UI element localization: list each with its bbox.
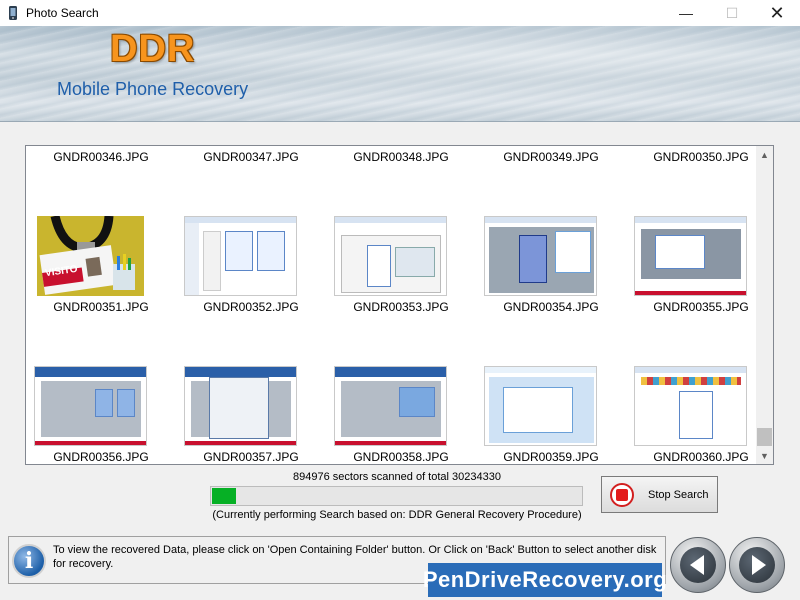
header-banner: DDR Mobile Phone Recovery (0, 26, 800, 122)
maximize-button[interactable]: ☐ (709, 0, 755, 26)
file-name-label[interactable]: GNDR00350.JPG (626, 150, 773, 164)
product-name: Mobile Phone Recovery (57, 79, 249, 99)
file-name-label[interactable]: GNDR00355.JPG (626, 300, 773, 314)
stop-icon (610, 482, 634, 507)
photo-thumbnail[interactable] (334, 216, 447, 296)
file-name-label[interactable]: GNDR00351.JPG (26, 300, 176, 314)
title-bar: Photo Search — ☐ ✕ (0, 0, 800, 26)
file-name-label[interactable]: GNDR00356.JPG (26, 450, 176, 464)
file-name-label[interactable]: GNDR00360.JPG (626, 450, 773, 464)
stop-search-button[interactable]: Stop Search (601, 476, 718, 513)
info-icon: i (12, 544, 46, 578)
file-name-label[interactable]: GNDR00352.JPG (176, 300, 326, 314)
photo-thumbnail[interactable] (484, 366, 597, 446)
brand-logo: DDR (110, 28, 196, 70)
photo-thumbnail[interactable] (334, 366, 447, 446)
next-button[interactable] (729, 537, 785, 593)
scroll-up-icon[interactable]: ▲ (756, 146, 773, 163)
file-name-label[interactable]: GNDR00348.JPG (326, 150, 476, 164)
photo-thumbnail[interactable] (184, 366, 297, 446)
stop-search-label: Stop Search (648, 488, 709, 501)
scrollbar-thumb[interactable] (757, 428, 772, 446)
sectors-scanned-text: 894976 sectors scanned of total 30234330 (293, 471, 501, 483)
scroll-down-icon[interactable]: ▼ (756, 447, 773, 464)
photo-thumbnail[interactable] (484, 216, 597, 296)
file-name-label[interactable]: GNDR00353.JPG (326, 300, 476, 314)
arrow-right-icon (751, 555, 766, 575)
window-title: Photo Search (26, 6, 99, 20)
file-name-label[interactable]: GNDR00349.JPG (476, 150, 626, 164)
file-name-label[interactable]: GNDR00358.JPG (326, 450, 476, 464)
photo-gallery[interactable]: GNDR00346.JPG GNDR00347.JPG GNDR00348.JP… (25, 145, 774, 465)
file-name-label[interactable]: GNDR00359.JPG (476, 450, 626, 464)
arrow-left-icon (689, 555, 704, 575)
file-name-label[interactable]: GNDR00354.JPG (476, 300, 626, 314)
minimize-button[interactable]: — (663, 0, 709, 26)
photo-search-window: Photo Search — ☐ ✕ DDR Mobile Phone Reco… (0, 0, 800, 600)
back-button[interactable] (670, 537, 726, 593)
app-icon (6, 5, 20, 21)
close-button[interactable]: ✕ (754, 0, 800, 26)
photo-thumbnail[interactable] (184, 216, 297, 296)
photo-thumbnail[interactable] (34, 366, 147, 446)
file-name-label[interactable]: GNDR00357.JPG (176, 450, 326, 464)
gallery-scrollbar[interactable]: ▲ ▼ (756, 146, 773, 464)
scan-progress-bar (210, 486, 583, 506)
photo-thumbnail-visitor-badge[interactable]: VISITO (37, 216, 144, 296)
file-name-label[interactable]: GNDR00347.JPG (176, 150, 326, 164)
photo-thumbnail[interactable] (634, 366, 747, 446)
scan-progress-fill (212, 488, 237, 504)
file-name-label[interactable]: GNDR00346.JPG (26, 150, 176, 164)
banner-divider (0, 121, 800, 122)
search-mode-text: (Currently performing Search based on: D… (212, 509, 582, 521)
watermark-logo: PenDriveRecovery.org (423, 563, 667, 597)
photo-thumbnail[interactable] (634, 216, 747, 296)
